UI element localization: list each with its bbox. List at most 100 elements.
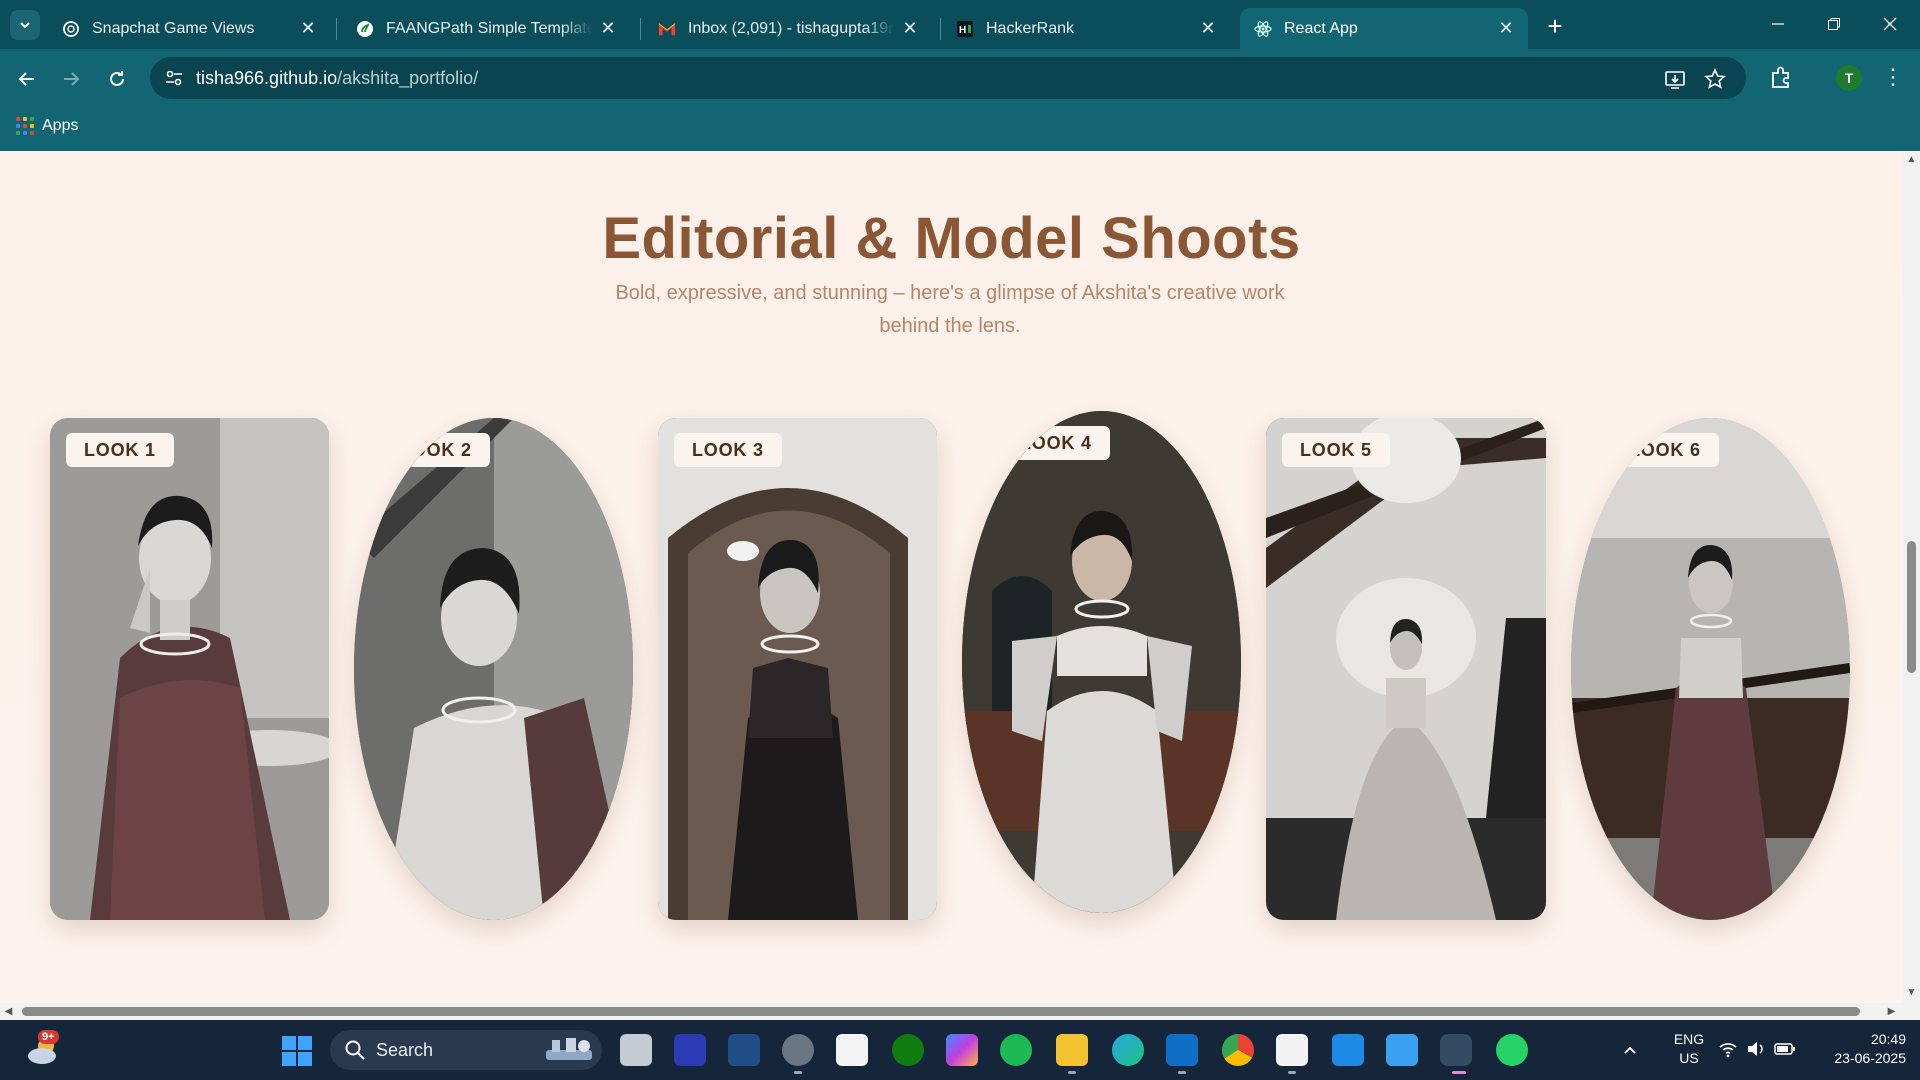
page-title: Editorial & Model Shoots <box>602 206 1301 271</box>
clock-date: 23-06-2025 <box>1834 1050 1906 1066</box>
tab-search-button[interactable] <box>10 10 40 40</box>
tab-strip: Snapchat Game Views ✕ FAANGPath Simple T… <box>0 0 1920 49</box>
look-badge: LOOK 3 <box>674 433 782 467</box>
close-icon[interactable]: ✕ <box>298 18 318 39</box>
search-highlight-icon <box>546 1038 592 1060</box>
battery-icon[interactable] <box>1774 1041 1796 1057</box>
back-button[interactable] <box>12 64 42 94</box>
chevron-up-icon[interactable] <box>1622 1042 1638 1058</box>
hackerrank-icon: H <box>956 20 974 38</box>
file-explorer-icon[interactable] <box>1056 1034 1088 1066</box>
edge-icon[interactable] <box>1112 1034 1144 1066</box>
chrome-profile-icon[interactable] <box>1440 1034 1472 1066</box>
profile-avatar[interactable]: T <box>1836 65 1862 91</box>
close-icon[interactable]: ✕ <box>1198 18 1218 39</box>
look-badge: LOOK 6 <box>1611 433 1719 467</box>
tab-snapchat-game-views[interactable]: Snapchat Game Views ✕ <box>48 8 330 49</box>
look-card-6[interactable]: LOOK 6 <box>1571 418 1850 920</box>
tab-hackerrank[interactable]: H HackerRank ✕ <box>942 8 1230 49</box>
site-info-icon[interactable] <box>164 68 184 88</box>
url-path: /akshita_portfolio/ <box>337 67 479 88</box>
task-view-icon[interactable] <box>620 1034 652 1066</box>
close-icon[interactable]: ✕ <box>900 18 920 39</box>
restore-button[interactable] <box>1814 8 1854 40</box>
chevron-down-icon <box>20 22 30 29</box>
arrow-left-icon <box>18 72 34 86</box>
vscode-icon[interactable] <box>1166 1034 1198 1066</box>
tab-gmail-inbox[interactable]: Inbox (2,091) - tishagupta19nov ✕ <box>644 8 932 49</box>
minimize-icon <box>1772 23 1784 25</box>
tab-title: Snapchat Game Views <box>92 19 255 37</box>
address-bar[interactable]: tisha966.github.io/akshita_portfolio/ <box>150 57 1746 99</box>
start-button[interactable] <box>282 1036 312 1066</box>
url-host: tisha966.github.io <box>196 67 338 88</box>
vertical-scrollbar[interactable]: ▲ ▼ <box>1903 151 1920 1003</box>
close-icon[interactable]: ✕ <box>1496 18 1516 39</box>
look-badge: LOOK 1 <box>66 433 174 467</box>
look-5-photo <box>1266 418 1546 920</box>
forward-button[interactable] <box>56 64 86 94</box>
look-card-1[interactable]: LOOK 1 <box>50 418 329 920</box>
tab-title: FAANGPath Simple Template (4 <box>386 19 592 37</box>
mysql-workbench-icon[interactable] <box>728 1034 760 1066</box>
new-tab-button[interactable]: + <box>1540 12 1570 42</box>
restore-icon <box>1828 18 1840 30</box>
wifi-icon[interactable] <box>1718 1040 1738 1058</box>
clock-time: 20:49 <box>1870 1031 1906 1047</box>
bookmark-apps[interactable]: Apps <box>16 117 78 135</box>
look-card-4[interactable]: LOOK 4 <box>962 411 1241 913</box>
tab-faangpath[interactable]: FAANGPath Simple Template (4 ✕ <box>342 8 630 49</box>
apps-grid-icon <box>16 117 34 135</box>
system-clock[interactable]: 20:49 23-06-2025 <box>1806 1030 1906 1068</box>
windows-taskbar: 9+ Search ENG US 20:49 23-06-2025 <box>0 1020 1920 1080</box>
scroll-down-arrow-icon[interactable]: ▼ <box>1906 987 1917 998</box>
tab-title: Inbox (2,091) - tishagupta19nov <box>688 19 894 37</box>
scroll-right-arrow-icon[interactable]: ▶ <box>1886 1006 1897 1017</box>
weather-widget[interactable]: 9+ <box>24 1030 64 1068</box>
language-indicator[interactable]: ENG US <box>1666 1030 1712 1068</box>
vertical-scroll-thumb[interactable] <box>1907 541 1916 673</box>
copilot-icon[interactable] <box>946 1034 978 1066</box>
search-label: Search <box>376 1039 434 1060</box>
close-icon <box>1883 17 1897 31</box>
look-2-photo <box>354 418 633 920</box>
git-app-icon[interactable] <box>782 1034 814 1066</box>
horizontal-scroll-thumb[interactable] <box>22 1007 1860 1016</box>
minimize-button[interactable] <box>1758 8 1798 40</box>
chrome-icon[interactable] <box>1222 1034 1254 1066</box>
microsoft-store-icon[interactable] <box>836 1034 868 1066</box>
look-card-3[interactable]: LOOK 3 <box>658 418 937 920</box>
look-badge: LOOK 2 <box>382 433 490 467</box>
notepad-icon[interactable] <box>1332 1034 1364 1066</box>
dev-app-icon[interactable] <box>674 1034 706 1066</box>
bookmark-apps-label: Apps <box>42 117 79 134</box>
xbox-icon[interactable] <box>892 1034 924 1066</box>
look-badge: LOOK 4 <box>1002 426 1110 460</box>
horizontal-scrollbar[interactable]: ◀ ▶ <box>0 1003 1920 1020</box>
whatsapp-icon[interactable] <box>1496 1034 1528 1066</box>
spotify-icon[interactable] <box>1000 1034 1032 1066</box>
page-subtitle: Bold, expressive, and stunning – here's … <box>615 282 1285 337</box>
chart-app-icon[interactable] <box>1276 1034 1308 1066</box>
close-icon[interactable]: ✕ <box>598 18 618 39</box>
arrow-right-icon <box>64 72 80 86</box>
tab-react-app[interactable]: React App ✕ <box>1240 8 1528 49</box>
more-menu-icon[interactable]: ⋮ <box>1880 63 1906 93</box>
overleaf-icon <box>356 20 374 38</box>
star-icon[interactable] <box>1704 68 1726 90</box>
taskbar-search[interactable]: Search <box>330 1030 602 1070</box>
extensions-icon[interactable] <box>1768 64 1794 90</box>
look-card-2[interactable]: LOOK 2 <box>354 418 633 920</box>
look-badge: LOOK 5 <box>1282 433 1390 467</box>
volume-icon[interactable] <box>1746 1040 1766 1058</box>
scroll-left-arrow-icon[interactable]: ◀ <box>3 1006 14 1017</box>
install-app-icon[interactable] <box>1664 68 1686 90</box>
active-indicator <box>1452 1071 1466 1074</box>
look-3-photo <box>658 418 937 920</box>
scroll-up-arrow-icon[interactable]: ▲ <box>1906 154 1917 165</box>
close-window-button[interactable] <box>1870 8 1910 40</box>
running-indicator <box>794 1071 802 1074</box>
reload-button[interactable] <box>102 64 132 94</box>
look-card-5[interactable]: LOOK 5 <box>1266 418 1546 920</box>
photos-icon[interactable] <box>1386 1034 1418 1066</box>
